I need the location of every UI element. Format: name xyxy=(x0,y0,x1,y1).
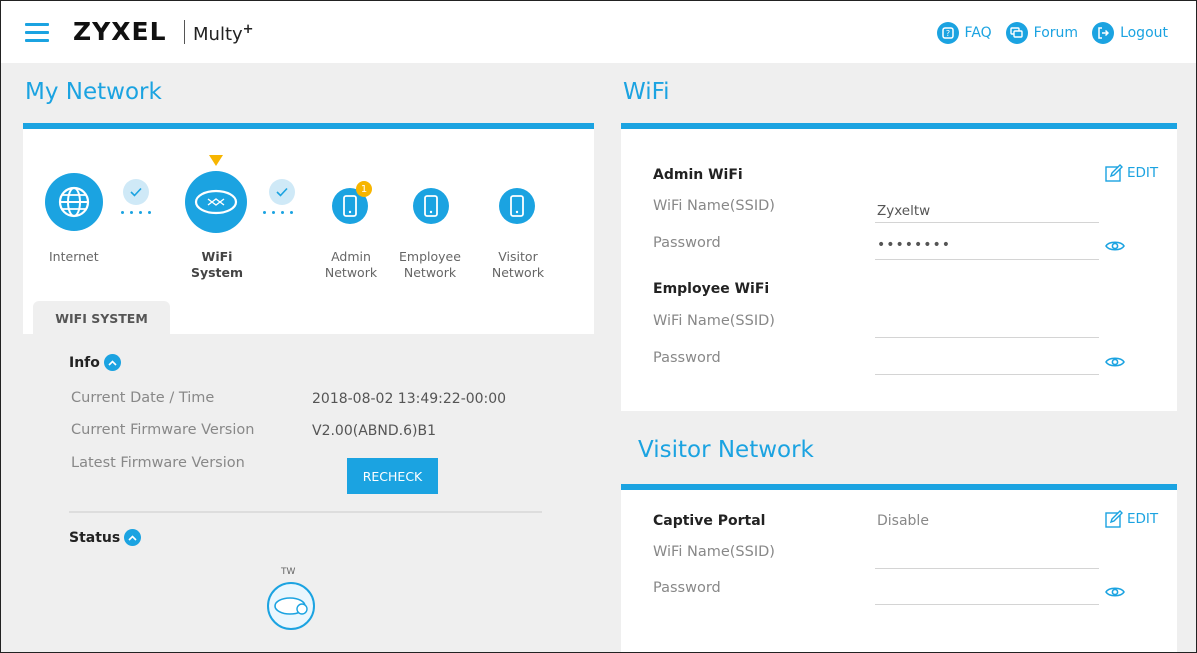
visitor-network-panel: Captive Portal Disable EDIT WiFi Name(SS… xyxy=(621,484,1177,652)
logout-link[interactable]: Logout xyxy=(1092,22,1168,44)
recheck-button[interactable]: RECHECK xyxy=(347,458,438,494)
employee-password-label: Password xyxy=(653,350,721,366)
eye-icon[interactable] xyxy=(1105,355,1125,369)
forum-label: Forum xyxy=(1033,25,1079,41)
phone-icon xyxy=(343,195,357,217)
visitor-network-title: Visitor Network xyxy=(638,437,814,463)
admin-password-value[interactable]: •••••••• xyxy=(877,237,951,253)
internet-node[interactable] xyxy=(45,173,103,231)
wifi-system-content: Info Current Date / Time 2018-08-02 13:4… xyxy=(23,334,594,652)
visitor-ssid-label: WiFi Name(SSID) xyxy=(653,544,775,560)
internet-label: Internet xyxy=(49,249,99,264)
visitor-password-label: Password xyxy=(653,580,721,596)
current-firmware-value: V2.00(ABND.6)B1 xyxy=(312,423,436,439)
admin-ssid-label: WiFi Name(SSID) xyxy=(653,198,775,214)
phone-icon xyxy=(510,195,524,217)
wifi-panel: Admin WiFi EDIT WiFi Name(SSID) Zyxeltw … xyxy=(621,123,1177,411)
current-date-value: 2018-08-02 13:49:22-00:00 xyxy=(312,391,507,407)
employee-password-field[interactable] xyxy=(875,374,1099,375)
device-status-node[interactable] xyxy=(267,582,315,630)
wifi-title: WiFi xyxy=(623,79,670,105)
admin-network-label: Admin Network xyxy=(324,249,378,280)
chevron-up-icon[interactable] xyxy=(103,354,121,371)
status-heading[interactable]: Status xyxy=(69,529,142,546)
edit-icon xyxy=(1105,164,1123,182)
forum-link[interactable]: Forum xyxy=(1005,22,1079,44)
employee-network-node[interactable] xyxy=(413,188,449,224)
router-icon xyxy=(274,597,308,615)
current-date-label: Current Date / Time xyxy=(71,390,215,406)
visitor-ssid-field[interactable] xyxy=(875,568,1099,569)
section-divider xyxy=(69,511,542,513)
admin-ssid-field[interactable] xyxy=(875,222,1099,223)
visitor-edit[interactable]: EDIT xyxy=(1105,510,1158,528)
admin-wifi-edit[interactable]: EDIT xyxy=(1105,164,1158,182)
visitor-network-node[interactable] xyxy=(499,188,535,224)
visitor-network-label: Visitor Network xyxy=(491,249,545,280)
brand-logo: ZYXEL xyxy=(73,17,167,46)
app-frame: ZYXEL Multy+ ? FAQ Forum Logout My Netwo… xyxy=(0,0,1197,653)
admin-password-field[interactable] xyxy=(875,259,1099,260)
eye-icon[interactable] xyxy=(1105,585,1125,599)
svg-text:?: ? xyxy=(945,29,949,38)
logo-divider xyxy=(184,20,185,44)
product-name: Multy+ xyxy=(193,22,254,45)
employee-network-label: Employee Network xyxy=(399,249,461,280)
tab-wifi-system[interactable]: WIFI SYSTEM xyxy=(33,301,170,335)
menu-icon[interactable] xyxy=(25,23,49,43)
latest-firmware-label: Latest Firmware Version xyxy=(71,455,245,471)
captive-portal-value: Disable xyxy=(877,513,929,529)
wifi-connected-icon xyxy=(269,179,295,205)
my-network-title: My Network xyxy=(25,79,162,105)
wifi-system-label: WiFi System xyxy=(190,249,244,280)
globe-icon xyxy=(58,186,90,218)
employee-ssid-field[interactable] xyxy=(875,337,1099,338)
logout-icon xyxy=(1092,22,1115,44)
eye-icon[interactable] xyxy=(1105,239,1125,253)
connection-dots xyxy=(121,211,151,214)
employee-wifi-heading: Employee WiFi xyxy=(653,281,770,297)
edit-icon xyxy=(1105,510,1123,528)
captive-portal-label: Captive Portal xyxy=(653,513,766,529)
top-links: ? FAQ Forum Logout xyxy=(936,22,1168,44)
employee-ssid-label: WiFi Name(SSID) xyxy=(653,313,775,329)
wifi-system-node[interactable] xyxy=(185,171,247,233)
internet-connected-icon xyxy=(123,179,149,205)
visitor-password-field[interactable] xyxy=(875,604,1099,605)
admin-ssid-value[interactable]: Zyxeltw xyxy=(877,203,930,219)
top-header: ZYXEL Multy+ ? FAQ Forum Logout xyxy=(1,1,1196,63)
info-heading[interactable]: Info xyxy=(69,354,121,371)
device-name: TW xyxy=(281,567,296,577)
notification-badge: 1 xyxy=(356,181,372,197)
faq-label: FAQ xyxy=(964,25,992,41)
chevron-up-icon[interactable] xyxy=(124,529,142,546)
admin-wifi-heading: Admin WiFi xyxy=(653,167,743,183)
current-firmware-label: Current Firmware Version xyxy=(71,422,255,438)
router-icon xyxy=(194,189,238,215)
selected-indicator-icon xyxy=(209,155,223,166)
forum-icon xyxy=(1005,22,1028,44)
faq-icon: ? xyxy=(936,22,959,44)
faq-link[interactable]: ? FAQ xyxy=(936,22,992,44)
admin-password-label: Password xyxy=(653,235,721,251)
phone-icon xyxy=(424,195,438,217)
logout-label: Logout xyxy=(1120,25,1168,41)
connection-dots xyxy=(263,211,293,214)
